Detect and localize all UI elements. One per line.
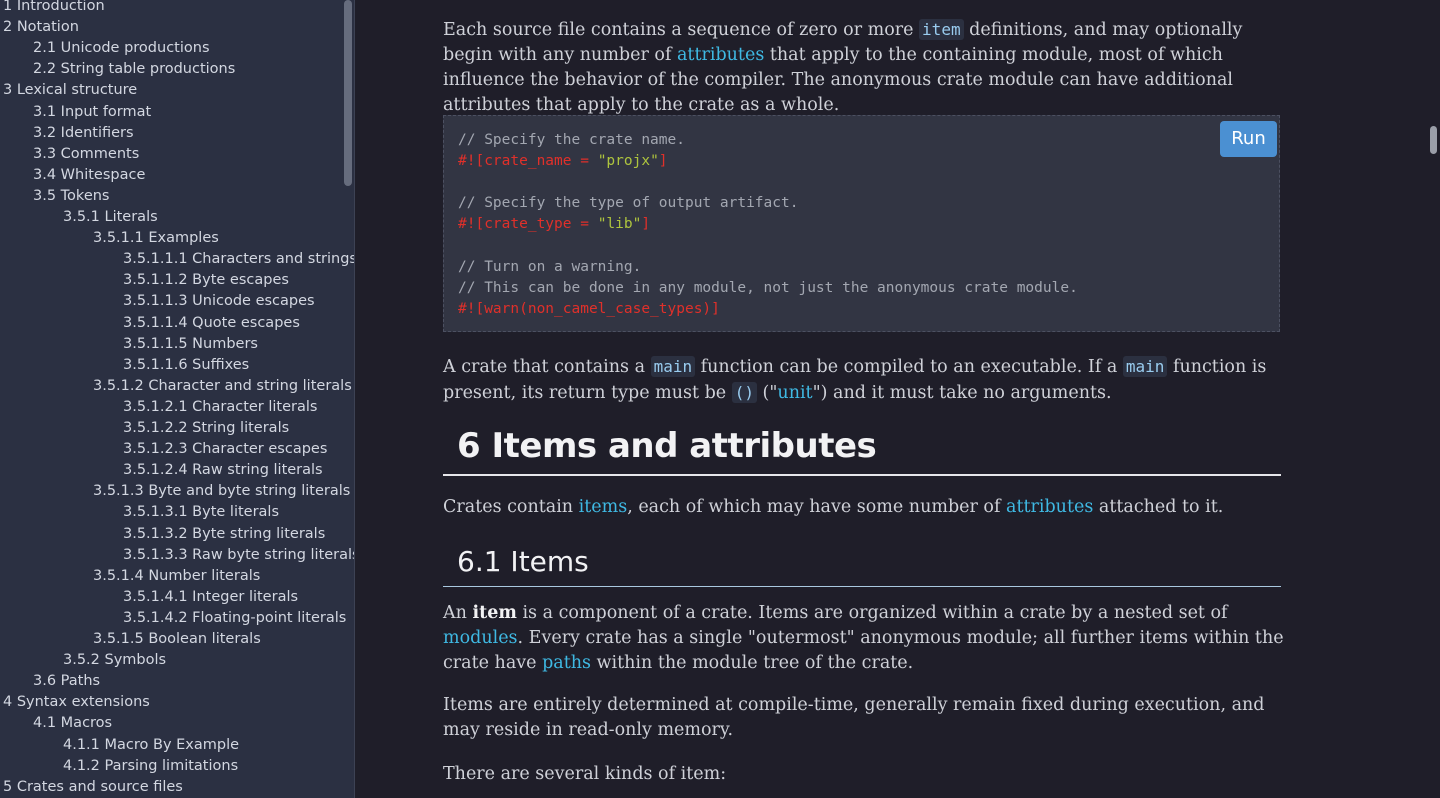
toc-item[interactable]: 3.5.2 Symbols [63, 650, 166, 671]
text: is a component of a crate. Items are org… [517, 603, 1228, 623]
code-attribute-close: ] [641, 216, 650, 232]
toc-item[interactable]: 4 Syntax extensions [3, 692, 150, 713]
code-comment: // Specify the type of output artifact. [458, 195, 798, 211]
code-line: #![crate_name = "projx"] [458, 151, 668, 172]
toc-item[interactable]: 4.1.2 Parsing limitations [63, 756, 238, 777]
text: within the module tree of the crate. [591, 653, 913, 673]
toc-item[interactable]: 3.5.1.2 Character and string literals [93, 376, 352, 397]
toc-item[interactable]: 3.5.1.3.2 Byte string literals [123, 524, 325, 545]
code-line: // Specify the crate name. [458, 130, 685, 151]
toc-item[interactable]: 3.5.1.2.1 Character literals [123, 397, 317, 418]
inline-code-unit: () [732, 382, 757, 403]
toc-item[interactable]: 3.5.1.1.4 Quote escapes [123, 313, 300, 334]
toc-item[interactable]: 3.5.1.1.3 Unicode escapes [123, 291, 315, 312]
code-comment: // This can be done in any module, not j… [458, 280, 1078, 296]
toc-item[interactable]: 4.1.1 Macro By Example [63, 735, 239, 756]
toc-item[interactable]: 3.5 Tokens [33, 186, 109, 207]
text: , each of which may have some number of [627, 497, 1006, 517]
toc-item[interactable]: 3.5.1.1.5 Numbers [123, 334, 258, 355]
code-line: #![warn(non_camel_case_types)] [458, 299, 720, 320]
text: attached to it. [1093, 497, 1223, 517]
toc-item[interactable]: 4.1 Macros [33, 713, 112, 734]
toc-item[interactable]: 3.5.1.2.3 Character escapes [123, 439, 327, 460]
toc-item[interactable]: 3.5.1.2.2 String literals [123, 418, 289, 439]
toc-item[interactable]: 3.5.1.4 Number literals [93, 566, 260, 587]
toc-item[interactable]: 3.5.1.4.2 Floating-point literals [123, 608, 346, 629]
toc-item[interactable]: 3.5.1.1.2 Byte escapes [123, 270, 289, 291]
paragraph-crate-main: A crate that contains a main function ca… [443, 354, 1288, 406]
toc-item[interactable]: 3.5.1.3.3 Raw byte string literals [123, 545, 355, 566]
code-attribute: #![crate_name = [458, 153, 598, 169]
code-string: "lib" [598, 216, 642, 232]
sidebar-toc: 1 Introduction2 Notation2.1 Unicode prod… [0, 0, 355, 798]
code-attribute: #![crate_type = [458, 216, 598, 232]
code-line: #![crate_type = "lib"] [458, 214, 650, 235]
bold-item: item [472, 603, 516, 623]
text: An [443, 603, 472, 623]
run-button[interactable]: Run [1220, 121, 1277, 157]
paragraph-crates-contain: Crates contain items, each of which may … [443, 495, 1288, 520]
link-unit[interactable]: unit [777, 383, 812, 403]
link-attributes[interactable]: attributes [677, 45, 764, 65]
toc-item[interactable]: 3.2 Identifiers [33, 123, 134, 144]
page-scrollbar[interactable] [1430, 126, 1437, 154]
inline-code-item: item [919, 19, 964, 40]
code-attribute-close: ] [659, 153, 668, 169]
toc-item[interactable]: 3.5.1.3 Byte and byte string literals [93, 481, 350, 502]
toc-item[interactable]: 3.5.1.1.1 Characters and strings [123, 249, 355, 270]
toc-item[interactable]: 3.1 Input format [33, 102, 151, 123]
code-line: // Specify the type of output artifact. [458, 193, 798, 214]
link-items[interactable]: items [579, 497, 628, 517]
paragraph-kinds-of-item: There are several kinds of item: [443, 762, 1288, 787]
heading-items-and-attributes: 6 Items and attributes [443, 424, 1281, 476]
code-attribute: #![warn(non_camel_case_types)] [458, 301, 720, 317]
toc-item[interactable]: 3.5.1.4.1 Integer literals [123, 587, 298, 608]
code-block: // Specify the crate name. #![crate_name … [443, 115, 1280, 332]
link-attributes[interactable]: attributes [1006, 497, 1093, 517]
toc-item[interactable]: 3.5.1.2.4 Raw string literals [123, 460, 323, 481]
code-comment: // Specify the crate name. [458, 132, 685, 148]
sidebar-scrollbar[interactable] [344, 0, 352, 186]
toc-item[interactable]: 2.2 String table productions [33, 59, 235, 80]
toc-item[interactable]: 2.1 Unicode productions [33, 38, 210, 59]
toc-item[interactable]: 3.5.1.1.6 Suffixes [123, 355, 249, 376]
paragraph-compile-time: Items are entirely determined at compile… [443, 693, 1288, 743]
paragraph-source-files: Each source file contains a sequence of … [443, 17, 1288, 118]
text: Each source file contains a sequence of … [443, 20, 919, 40]
toc-item[interactable]: 2 Notation [3, 17, 79, 38]
text: ") and it must take no arguments. [813, 383, 1112, 403]
inline-code-main: main [1123, 356, 1168, 377]
toc-item[interactable]: 3.5.1.1 Examples [93, 228, 219, 249]
toc-item[interactable]: 3.5.1.5 Boolean literals [93, 629, 261, 650]
code-string: "projx" [598, 153, 659, 169]
link-paths[interactable]: paths [542, 653, 591, 673]
toc-item[interactable]: 3.5.1 Literals [63, 207, 158, 228]
toc-item[interactable]: 3.3 Comments [33, 144, 139, 165]
text: (" [757, 383, 777, 403]
toc-item[interactable]: 3.6 Paths [33, 671, 100, 692]
text: function can be compiled to an executabl… [695, 357, 1123, 377]
code-line: // This can be done in any module, not j… [458, 278, 1078, 299]
toc-item[interactable]: 3 Lexical structure [3, 80, 137, 101]
text: A crate that contains a [443, 357, 651, 377]
toc-item[interactable]: 3.4 Whitespace [33, 165, 145, 186]
code-comment: // Turn on a warning. [458, 259, 641, 275]
heading-items: 6.1 Items [443, 543, 1281, 587]
toc-item[interactable]: 5 Crates and source files [3, 777, 183, 798]
inline-code-main: main [651, 356, 696, 377]
link-modules[interactable]: modules [443, 628, 518, 648]
paragraph-item-definition: An item is a component of a crate. Items… [443, 601, 1288, 676]
toc-item[interactable]: 1 Introduction [3, 0, 105, 17]
toc-item[interactable]: 3.5.1.3.1 Byte literals [123, 502, 279, 523]
code-line: // Turn on a warning. [458, 257, 641, 278]
text: Crates contain [443, 497, 579, 517]
